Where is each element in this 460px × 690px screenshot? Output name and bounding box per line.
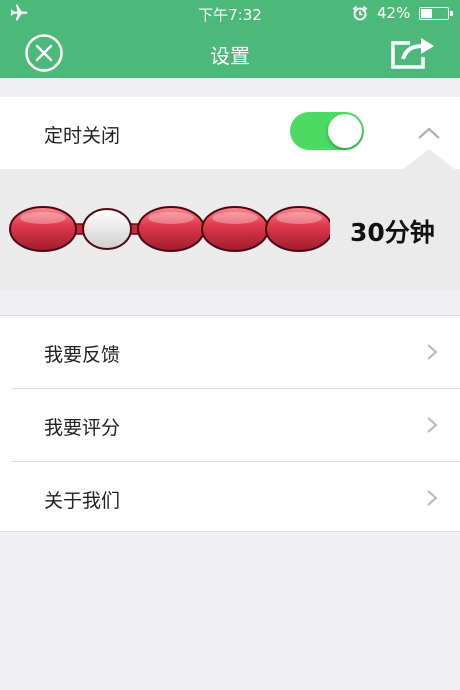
nav-bar: 设置 — [0, 26, 460, 78]
settings-list: 我要反馈 我要评分 关于我们 — [0, 315, 460, 532]
chevron-right-icon — [427, 417, 438, 433]
slider-thumb[interactable] — [82, 208, 132, 250]
slider-beads — [9, 206, 330, 252]
chevron-right-icon — [427, 344, 438, 360]
status-bar: 下午7:32 42% — [0, 0, 460, 26]
bead-highlight — [212, 212, 258, 224]
feedback-label: 我要反馈 — [44, 344, 121, 366]
list-item-about[interactable]: 关于我们 — [0, 462, 460, 534]
toggle-knob — [328, 114, 362, 148]
list-item-feedback[interactable]: 我要反馈 — [0, 316, 460, 388]
bead-highlight — [148, 212, 194, 224]
chevron-right-icon — [427, 490, 438, 506]
alarm-icon — [352, 5, 368, 21]
battery-icon — [419, 7, 453, 20]
bead-highlight — [276, 212, 322, 224]
timer-value: 30分钟 — [350, 218, 435, 247]
about-label: 关于我们 — [44, 490, 121, 512]
chevron-up-icon[interactable] — [415, 124, 443, 142]
battery-percent: 42% — [377, 4, 411, 22]
timer-slider[interactable] — [5, 200, 330, 258]
share-icon[interactable] — [390, 35, 436, 69]
timer-toggle[interactable] — [290, 112, 364, 150]
timer-row: 定时关闭 — [0, 97, 460, 169]
timer-label: 定时关闭 — [44, 125, 121, 147]
rate-label: 我要评分 — [44, 417, 121, 439]
bead-highlight — [20, 212, 66, 224]
panel-pointer — [402, 149, 456, 170]
list-item-rate[interactable]: 我要评分 — [0, 389, 460, 461]
